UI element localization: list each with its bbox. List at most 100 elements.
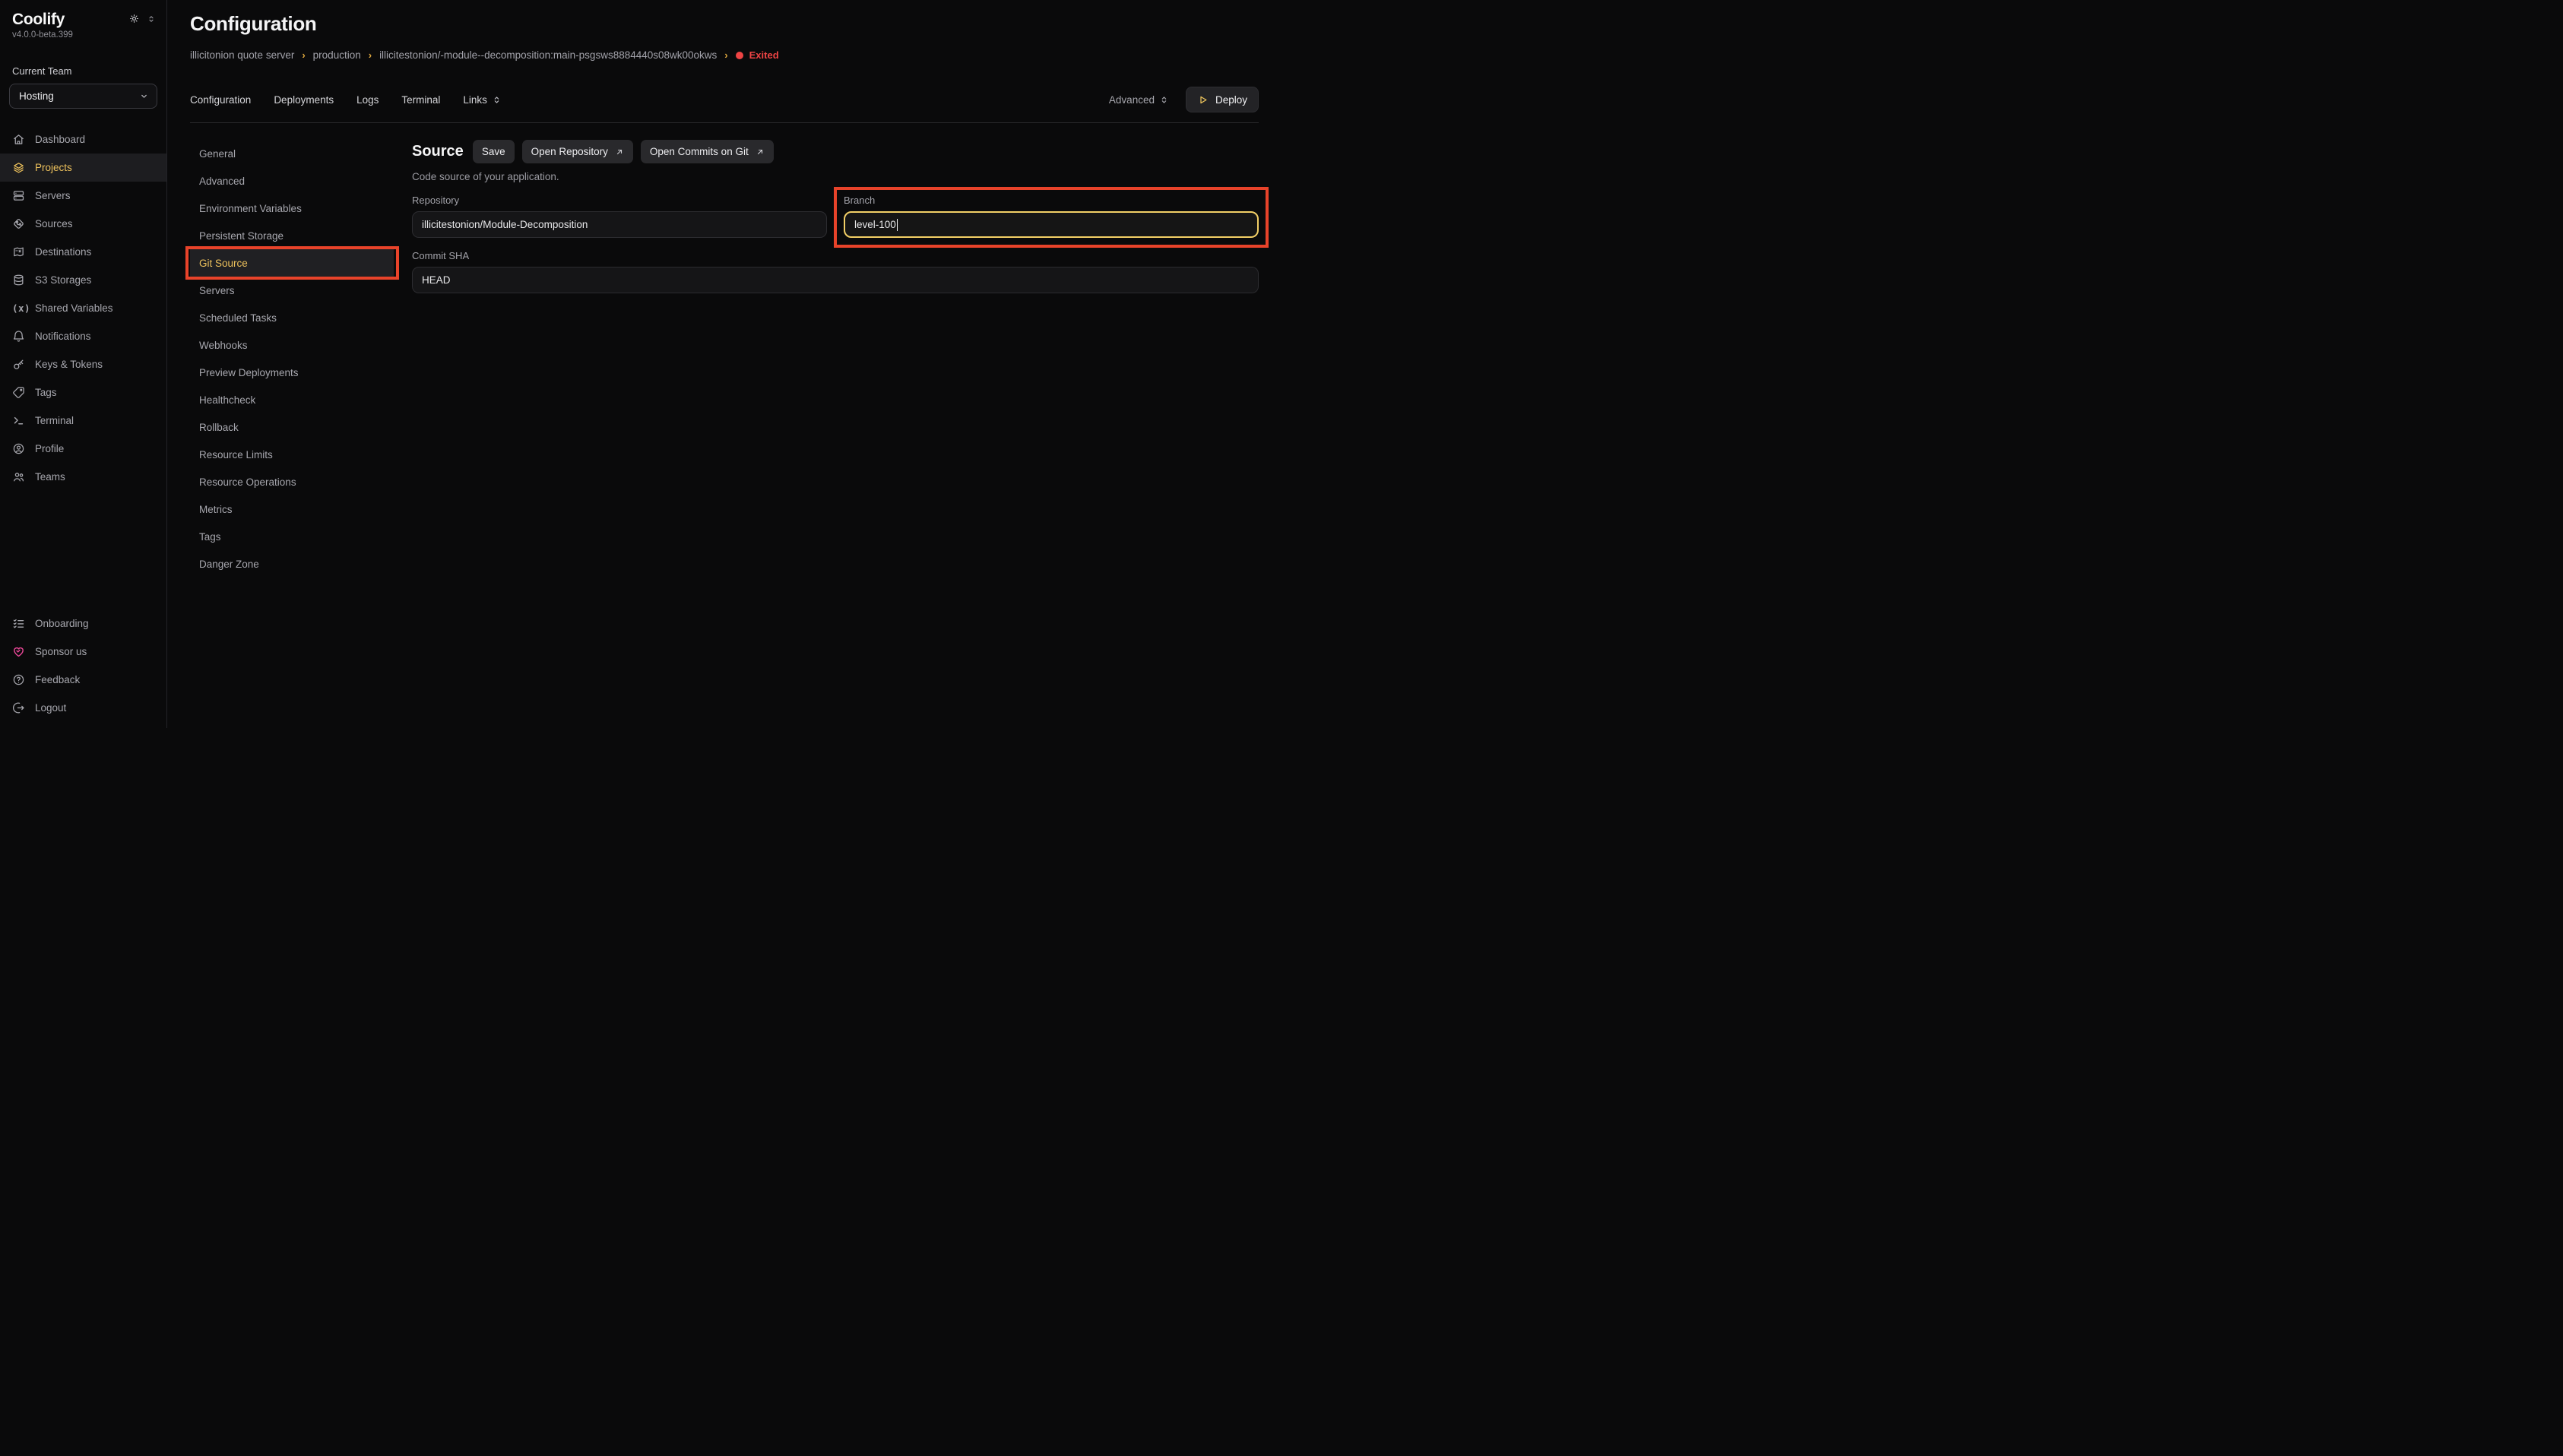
sidebar-item-profile[interactable]: Profile — [0, 435, 166, 463]
heart-hands-icon — [12, 645, 25, 658]
app-window: Coolify v4.0.0-beta.399 Current Team Hos… — [0, 0, 1282, 728]
sidebar-item-shared-variables[interactable]: (x) Shared Variables — [0, 294, 166, 322]
sidebar-item-logout[interactable]: Logout — [0, 694, 166, 722]
tab-configuration[interactable]: Configuration — [190, 94, 251, 106]
sidebar-item-servers[interactable]: Servers — [0, 182, 166, 210]
map-icon — [12, 245, 25, 258]
terminal-prompt-icon — [12, 414, 25, 427]
play-icon — [1197, 94, 1209, 106]
user-circle-icon — [12, 442, 25, 455]
subnav-item-preview-deployments[interactable]: Preview Deployments — [190, 359, 394, 386]
sidebar-item-s3-storages[interactable]: S3 Storages — [0, 266, 166, 294]
sidebar-item-keys-tokens[interactable]: Keys & Tokens — [0, 350, 166, 378]
section-title: Source — [412, 143, 464, 160]
theme-toggle-sun-icon[interactable] — [129, 14, 139, 24]
subnav-item-resource-operations[interactable]: Resource Operations — [190, 468, 394, 495]
subnav-item-healthcheck[interactable]: Healthcheck — [190, 386, 394, 413]
brand-row: Coolify — [0, 0, 166, 28]
sidebar-item-onboarding[interactable]: Onboarding — [0, 609, 166, 638]
chevron-down-icon — [139, 91, 149, 101]
repository-input[interactable]: illicitestonion/Module-Decomposition — [412, 211, 827, 238]
theme-unfold-icon[interactable] — [147, 14, 156, 24]
sidebar-item-notifications[interactable]: Notifications — [0, 322, 166, 350]
breadcrumb-project[interactable]: illicitonion quote server — [190, 49, 294, 61]
sidebar-item-feedback[interactable]: Feedback — [0, 666, 166, 694]
subnav-item-rollback[interactable]: Rollback — [190, 413, 394, 441]
logout-icon — [12, 701, 25, 714]
subnav-item-environment-variables[interactable]: Environment Variables — [190, 195, 394, 222]
status-text: Exited — [749, 49, 779, 61]
settings-subnav: General Advanced Environment Variables P… — [190, 140, 394, 578]
sidebar-item-destinations[interactable]: Destinations — [0, 238, 166, 266]
save-button[interactable]: Save — [473, 140, 515, 163]
repository-field: Repository illicitestonion/Module-Decomp… — [412, 195, 827, 238]
git-source-icon — [12, 217, 25, 230]
app-version: v4.0.0-beta.399 — [0, 28, 166, 40]
commit-sha-input[interactable]: HEAD — [412, 267, 1259, 293]
arrow-up-right-icon — [756, 147, 765, 157]
subnav-item-scheduled-tasks[interactable]: Scheduled Tasks — [190, 304, 394, 331]
sidebar-item-sources[interactable]: Sources — [0, 210, 166, 238]
layers-icon — [12, 161, 25, 174]
tab-logs[interactable]: Logs — [356, 94, 379, 106]
branch-input[interactable]: level-100 — [844, 211, 1259, 238]
breadcrumb-resource[interactable]: illicitestonion/-module--decomposition:m… — [379, 49, 717, 61]
breadcrumb-environment[interactable]: production — [313, 49, 361, 61]
tab-bar: Configuration Deployments Logs Terminal … — [190, 87, 1259, 112]
tag-icon — [12, 386, 25, 399]
open-repository-button[interactable]: Open Repository — [522, 140, 633, 163]
status-dot-icon — [736, 52, 743, 59]
sidebar-item-teams[interactable]: Teams — [0, 463, 166, 491]
server-icon — [12, 189, 25, 202]
sidebar-item-dashboard[interactable]: Dashboard — [0, 125, 166, 154]
tab-deployments[interactable]: Deployments — [274, 94, 334, 106]
subnav-item-tags[interactable]: Tags — [190, 523, 394, 550]
subnav-item-persistent-storage[interactable]: Persistent Storage — [190, 222, 394, 249]
sidebar-footer-nav: Onboarding Sponsor us Feedback Logout — [0, 609, 166, 728]
subnav-item-git-source[interactable]: Git Source — [190, 249, 394, 277]
branch-label: Branch — [844, 195, 1259, 206]
main-content: Configuration illicitonion quote server … — [167, 0, 1282, 728]
bell-icon — [12, 330, 25, 343]
commit-sha-field: Commit SHA HEAD — [412, 250, 1259, 293]
sidebar-item-terminal[interactable]: Terminal — [0, 407, 166, 435]
tab-divider — [190, 122, 1259, 123]
text-cursor — [897, 219, 898, 231]
repository-label: Repository — [412, 195, 827, 206]
sidebar-item-sponsor-us[interactable]: Sponsor us — [0, 638, 166, 666]
sidebar-item-projects[interactable]: Projects — [0, 154, 166, 182]
team-select-value: Hosting — [19, 90, 54, 102]
help-circle-icon — [12, 673, 25, 686]
users-icon — [12, 470, 25, 483]
breadcrumb-separator-icon: › — [302, 49, 305, 61]
sidebar-nav: Dashboard Projects Servers Sources Desti… — [0, 125, 166, 491]
sidebar-item-tags[interactable]: Tags — [0, 378, 166, 407]
subnav-item-servers[interactable]: Servers — [190, 277, 394, 304]
advanced-toggle[interactable]: Advanced — [1109, 94, 1169, 106]
subnav-item-webhooks[interactable]: Webhooks — [190, 331, 394, 359]
breadcrumb-separator-icon: › — [724, 49, 727, 61]
breadcrumb-separator-icon: › — [369, 49, 372, 61]
key-icon — [12, 358, 25, 371]
home-icon — [12, 133, 25, 146]
subnav-item-danger-zone[interactable]: Danger Zone — [190, 550, 394, 578]
subnav-item-advanced[interactable]: Advanced — [190, 167, 394, 195]
section-description: Code source of your application. — [412, 171, 1259, 182]
deploy-button[interactable]: Deploy — [1186, 87, 1259, 112]
page-title: Configuration — [190, 12, 1259, 36]
subnav-item-general[interactable]: General — [190, 140, 394, 167]
current-team-label: Current Team — [12, 65, 154, 77]
team-select[interactable]: Hosting — [9, 84, 157, 109]
breadcrumb: illicitonion quote server › production ›… — [190, 49, 1259, 61]
open-commits-button[interactable]: Open Commits on Git — [641, 140, 774, 163]
tab-terminal[interactable]: Terminal — [401, 94, 440, 106]
database-icon — [12, 274, 25, 286]
tab-links[interactable]: Links — [463, 94, 502, 106]
subnav-item-metrics[interactable]: Metrics — [190, 495, 394, 523]
subnav-item-resource-limits[interactable]: Resource Limits — [190, 441, 394, 468]
parens-x-icon: (x) — [12, 302, 25, 314]
commit-sha-label: Commit SHA — [412, 250, 1259, 261]
status-badge: Exited — [736, 49, 779, 61]
app-logo: Coolify — [12, 11, 65, 28]
chevrons-up-down-icon — [492, 95, 502, 105]
